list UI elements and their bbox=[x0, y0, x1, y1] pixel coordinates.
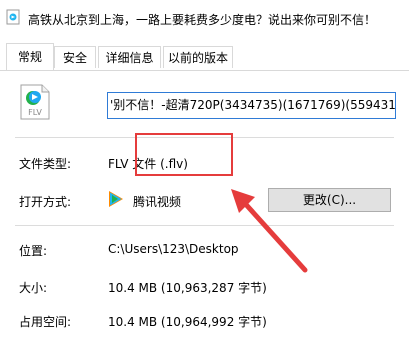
disk-size-label: 占用空间: bbox=[19, 315, 72, 329]
file-type-label: 文件类型: bbox=[19, 157, 72, 171]
change-button-label: 更改(C)... bbox=[302, 193, 357, 207]
annotation-box bbox=[135, 133, 233, 176]
tab-label: 详细信息 bbox=[105, 51, 154, 65]
size-value: 10.4 MB (10,963,287 字节) bbox=[108, 281, 267, 295]
file-icon bbox=[6, 9, 20, 25]
disk-size-value: 10.4 MB (10,964,992 字节) bbox=[108, 315, 267, 329]
file-name-value: '别不信！-超清720P(3434735)(1671769)(5594314) bbox=[110, 98, 396, 112]
open-with-value: 腾讯视频 bbox=[133, 195, 182, 209]
size-label: 大小: bbox=[19, 281, 48, 295]
tencent-video-icon bbox=[109, 191, 123, 207]
open-with-label: 打开方式: bbox=[19, 195, 72, 209]
file-icon-text: FLV bbox=[28, 108, 42, 117]
flv-file-icon: FLV bbox=[20, 84, 50, 120]
tab-label: 安全 bbox=[62, 51, 87, 65]
tab-security[interactable]: 安全 bbox=[54, 46, 96, 68]
title-bar: 高铁从北京到上海，一路上要耗费多少度电？说出来你可别不信！ bbox=[0, 0, 409, 38]
location-value: C:\Users\123\Desktop bbox=[108, 242, 239, 256]
tab-label: 以前的版本 bbox=[167, 51, 228, 65]
tab-label: 常规 bbox=[17, 50, 42, 64]
file-name-field[interactable]: '别不信！-超清720P(3434735)(1671769)(5594314) bbox=[107, 92, 396, 119]
tab-general[interactable]: 常规 bbox=[6, 43, 54, 70]
divider bbox=[15, 225, 394, 226]
location-label: 位置: bbox=[19, 244, 48, 258]
window-title: 高铁从北京到上海，一路上要耗费多少度电？说出来你可别不信！ bbox=[28, 13, 377, 27]
tab-previous-versions[interactable]: 以前的版本 bbox=[163, 46, 233, 68]
tab-details[interactable]: 详细信息 bbox=[98, 46, 161, 68]
tab-bar: 常规 安全 详细信息 以前的版本 bbox=[0, 38, 409, 70]
annotation-arrow bbox=[231, 189, 308, 273]
